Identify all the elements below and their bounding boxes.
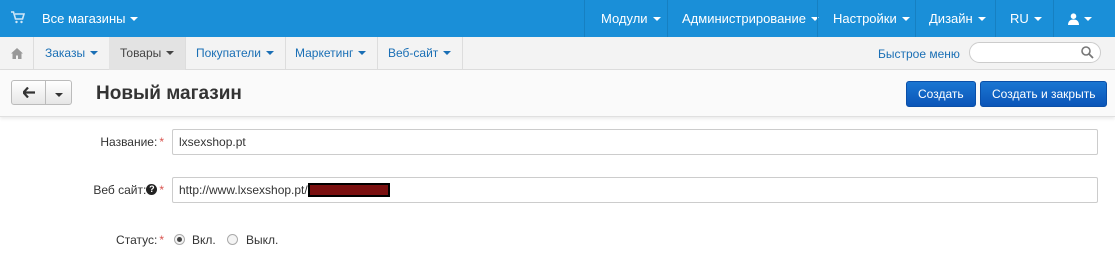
chevron-down-icon — [130, 16, 139, 21]
status-label: Статус: * — [110, 233, 164, 247]
home-icon — [11, 48, 23, 59]
menu-settings[interactable]: Настройки — [833, 11, 910, 26]
top-navbar: Все магазины Модули Администрирование На… — [0, 0, 1115, 37]
store-selector-label: Все магазины — [42, 11, 126, 26]
chevron-down-icon — [55, 93, 63, 97]
chevron-down-icon — [90, 50, 99, 55]
chevron-down-icon — [1033, 16, 1042, 21]
chevron-down-icon — [1084, 16, 1092, 21]
nav-customers-label: Покупатели — [196, 46, 261, 60]
chevron-down-icon — [443, 50, 452, 55]
user-icon — [1068, 12, 1079, 25]
website-label-text: Веб сайт: — [93, 183, 147, 197]
divider — [915, 0, 916, 37]
menu-language-label: RU — [1010, 11, 1029, 26]
divider — [995, 0, 996, 37]
home-button[interactable] — [0, 37, 34, 70]
nav-orders[interactable]: Заказы — [34, 37, 111, 70]
chevron-down-icon — [977, 16, 986, 21]
menu-settings-label: Настройки — [833, 11, 897, 26]
arrow-left-icon — [23, 87, 35, 98]
nav-marketing[interactable]: Маркетинг — [284, 37, 379, 70]
nav-orders-label: Заказы — [45, 46, 86, 60]
divider — [667, 0, 668, 37]
chevron-down-icon — [166, 50, 175, 55]
create-and-close-button[interactable]: Создать и закрыть — [980, 81, 1108, 107]
name-label: Название: * — [90, 135, 164, 149]
quick-menu-link[interactable]: Быстрое меню — [878, 47, 960, 61]
cart-icon[interactable] — [11, 11, 25, 24]
page-toolbar: Новый магазин Создать Создать и закрыть — [0, 70, 1115, 117]
menu-administration-label: Администрирование — [682, 11, 806, 26]
nav-customers[interactable]: Покупатели — [185, 37, 286, 70]
name-field-value: lxsexshop.pt — [179, 135, 246, 149]
name-label-text: Название: — [100, 135, 158, 149]
divider — [584, 0, 585, 37]
menu-administration[interactable]: Администрирование — [682, 11, 819, 26]
menu-design[interactable]: Дизайн — [929, 11, 986, 26]
name-field[interactable]: lxsexshop.pt — [172, 129, 1098, 155]
required-marker: * — [159, 233, 164, 247]
redaction-bar — [307, 182, 390, 197]
menu-modules[interactable]: Модули — [601, 11, 661, 26]
status-on-radio[interactable] — [174, 234, 185, 245]
status-on-label[interactable]: Вкл. — [192, 233, 216, 247]
status-off-label[interactable]: Выкл. — [246, 233, 278, 247]
nav-website-label: Веб-сайт — [388, 46, 439, 60]
nav-website[interactable]: Веб-сайт — [377, 37, 464, 70]
secondary-navbar: Заказы Товары Покупатели Маркетинг Веб-с… — [0, 37, 1115, 70]
create-button[interactable]: Создать — [906, 81, 976, 107]
nav-products[interactable]: Товары — [109, 37, 187, 70]
divider — [1053, 0, 1054, 37]
back-dropdown-button[interactable] — [45, 80, 72, 105]
menu-design-label: Дизайн — [929, 11, 973, 26]
status-off-radio[interactable] — [227, 234, 238, 245]
chevron-down-icon — [265, 50, 274, 55]
chevron-down-icon — [358, 50, 367, 55]
menu-user[interactable] — [1068, 11, 1092, 26]
chevron-down-icon — [901, 16, 910, 21]
search-input[interactable] — [969, 42, 1101, 63]
required-marker: * — [159, 183, 164, 197]
website-field[interactable]: http://www.lxsexshop.pt/ — [172, 177, 1098, 203]
divider — [817, 0, 818, 37]
store-selector[interactable]: Все магазины — [42, 11, 139, 26]
nav-products-label: Товары — [120, 46, 162, 60]
back-button[interactable] — [11, 80, 46, 105]
page-title: Новый магазин — [96, 83, 242, 104]
status-label-text: Статус: — [116, 233, 158, 247]
nav-marketing-label: Маркетинг — [295, 46, 354, 60]
search-icon[interactable] — [1081, 46, 1094, 59]
menu-language[interactable]: RU — [1010, 11, 1042, 26]
question-icon[interactable]: ? — [146, 184, 158, 196]
website-label: Веб сайт:? * — [80, 183, 164, 197]
required-marker: * — [159, 135, 164, 149]
chevron-down-icon — [652, 16, 661, 21]
website-field-value: http://www.lxsexshop.pt/ — [179, 183, 308, 197]
menu-modules-label: Модули — [601, 11, 648, 26]
